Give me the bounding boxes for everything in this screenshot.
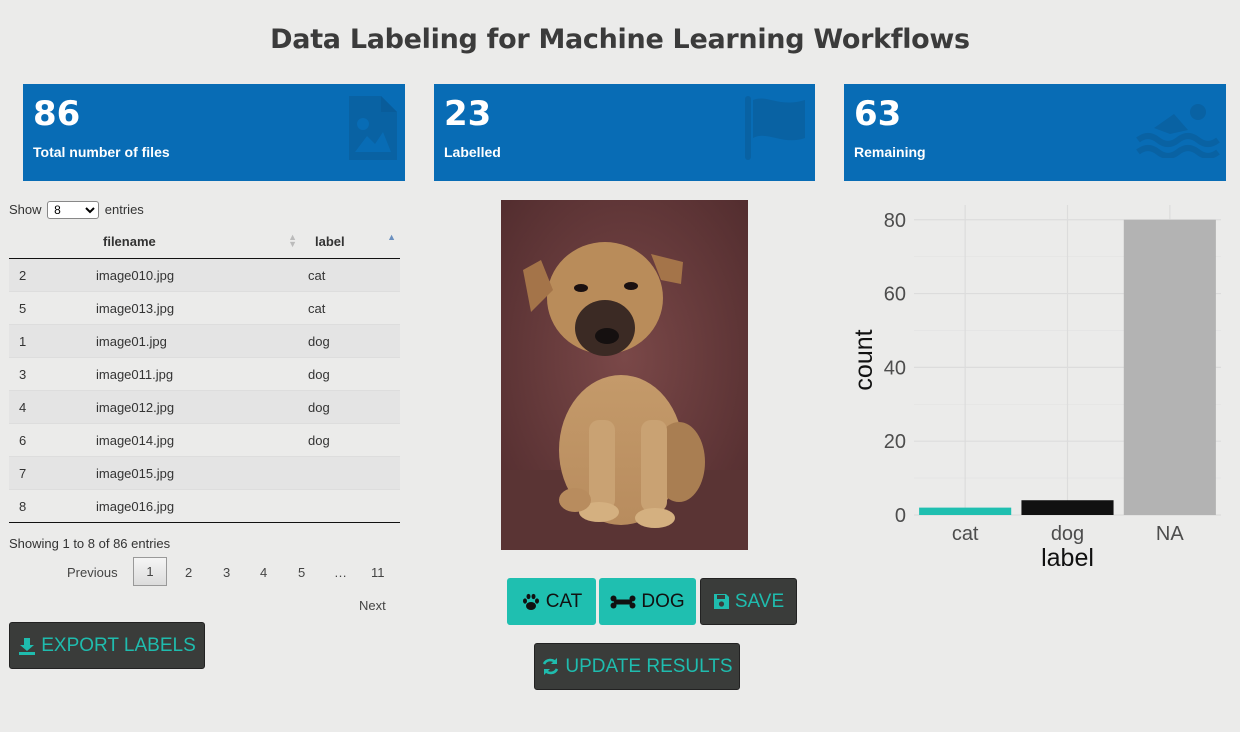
filename-cell: image016.jpg <box>96 489 301 523</box>
filename-cell: image013.jpg <box>96 291 301 325</box>
table-row[interactable]: 8 image016.jpg <box>9 489 400 523</box>
row-index-cell: 6 <box>9 423 96 457</box>
filename-cell: image010.jpg <box>96 258 301 292</box>
page-button[interactable]: 11 <box>371 565 385 580</box>
page-title: Data Labeling for Machine Learning Workf… <box>270 24 970 55</box>
label-cell: dog <box>301 324 400 358</box>
row-index-cell: 1 <box>9 324 96 358</box>
cat-button[interactable]: CAT <box>507 578 596 625</box>
save-button[interactable]: SAVE <box>700 578 797 625</box>
export-labels-button[interactable]: EXPORT LABELS <box>9 622 205 669</box>
update-results-button[interactable]: UPDATE RESULTS <box>534 643 740 690</box>
bar-cat <box>919 507 1012 515</box>
y-axis-title: count <box>850 329 878 390</box>
bar-NA <box>1123 219 1216 515</box>
page-button-current[interactable]: 1 <box>133 557 167 586</box>
pagination-ellipsis: … <box>334 565 347 580</box>
labelled-box: 23 Labelled <box>434 84 815 181</box>
save-icon <box>713 594 729 609</box>
bar-dog <box>1021 500 1114 515</box>
filename-cell: image015.jpg <box>96 456 301 490</box>
previous-page-button[interactable]: Previous <box>67 565 118 580</box>
label-cell <box>301 489 400 523</box>
show-label: Show <box>9 202 42 217</box>
y-tick-label: 20 <box>884 431 906 453</box>
x-tick-label: NA <box>1156 523 1184 545</box>
page-button[interactable]: 3 <box>223 565 230 580</box>
sort-asc-icon: ▲ <box>387 232 396 242</box>
puppy-image <box>501 200 748 550</box>
table-row[interactable]: 2 image010.jpg cat <box>9 258 400 292</box>
save-button-label: SAVE <box>734 590 785 612</box>
label-cell: dog <box>301 423 400 457</box>
y-tick-label: 80 <box>884 210 906 232</box>
row-index-cell: 4 <box>9 390 96 424</box>
page-length-control: Show 8 entries <box>9 201 144 219</box>
sort-both-icon: ▲ ▼ <box>288 232 297 249</box>
table-row[interactable]: 5 image013.jpg cat <box>9 291 400 325</box>
column-header-filename[interactable]: filename ▲ ▼ <box>96 225 301 259</box>
total-files-box: 86 Total number of files <box>23 84 405 181</box>
cat-button-label: CAT <box>545 590 583 612</box>
swimmer-icon <box>1136 104 1220 158</box>
table-row[interactable]: 1 image01.jpg dog <box>9 324 400 358</box>
total-files-label: Total number of files <box>33 144 170 160</box>
row-index-cell: 8 <box>9 489 96 523</box>
label-cell: cat <box>301 258 400 292</box>
label-count-chart: 0 20 40 60 80 cat dog NA label count <box>850 205 1221 572</box>
filename-cell: image012.jpg <box>96 390 301 424</box>
refresh-icon <box>543 658 559 675</box>
label-cell: cat <box>301 291 400 325</box>
filename-cell: image011.jpg <box>96 357 301 391</box>
update-results-label: UPDATE RESULTS <box>565 655 733 677</box>
paw-icon <box>522 593 539 610</box>
filename-cell: image01.jpg <box>96 324 301 358</box>
table-row[interactable]: 6 image014.jpg dog <box>9 423 400 457</box>
files-table: filename ▲ ▼ label ▲ 2 image010.jpg cat 5 ima… <box>9 225 400 523</box>
label-cell <box>301 456 400 490</box>
x-tick-label: cat <box>952 523 979 545</box>
column-header-index[interactable] <box>9 225 96 259</box>
row-index-cell: 3 <box>9 357 96 391</box>
page-button[interactable]: 4 <box>260 565 267 580</box>
y-tick-label: 40 <box>884 357 906 379</box>
page-button[interactable]: 5 <box>298 565 305 580</box>
export-labels-label: EXPORT LABELS <box>41 634 196 656</box>
row-index-cell: 2 <box>9 258 96 292</box>
dog-button-label: DOG <box>641 590 685 612</box>
row-index-cell: 7 <box>9 456 96 490</box>
dog-button[interactable]: DOG <box>599 578 696 625</box>
page-length-select[interactable]: 8 <box>47 201 100 219</box>
y-tick-label: 60 <box>884 284 906 306</box>
bone-icon <box>610 595 636 608</box>
filename-cell: image014.jpg <box>96 423 301 457</box>
remaining-box: 63 Remaining <box>844 84 1226 181</box>
label-header-label: label <box>315 234 345 249</box>
x-axis-title: label <box>1041 544 1094 572</box>
x-tick-label: dog <box>1051 523 1084 545</box>
table-header-row: filename ▲ ▼ label ▲ <box>9 225 400 259</box>
row-index-cell: 5 <box>9 291 96 325</box>
flag-icon <box>745 96 805 160</box>
next-page-button[interactable]: Next <box>359 598 386 613</box>
label-cell: dog <box>301 390 400 424</box>
entries-label: entries <box>104 202 144 217</box>
table-row[interactable]: 3 image011.jpg dog <box>9 357 400 391</box>
table-row[interactable]: 4 image012.jpg dog <box>9 390 400 424</box>
table-info: Showing 1 to 8 of 86 entries <box>9 536 171 551</box>
column-header-label[interactable]: label ▲ <box>301 225 400 259</box>
download-icon <box>19 637 36 655</box>
total-files-value: 86 <box>33 94 81 134</box>
page-button[interactable]: 2 <box>185 565 192 580</box>
table-row[interactable]: 7 image015.jpg <box>9 456 400 490</box>
filename-header-label: filename <box>103 234 156 249</box>
file-image-icon <box>349 96 397 160</box>
label-cell: dog <box>301 357 400 391</box>
y-tick-label: 0 <box>895 505 906 527</box>
